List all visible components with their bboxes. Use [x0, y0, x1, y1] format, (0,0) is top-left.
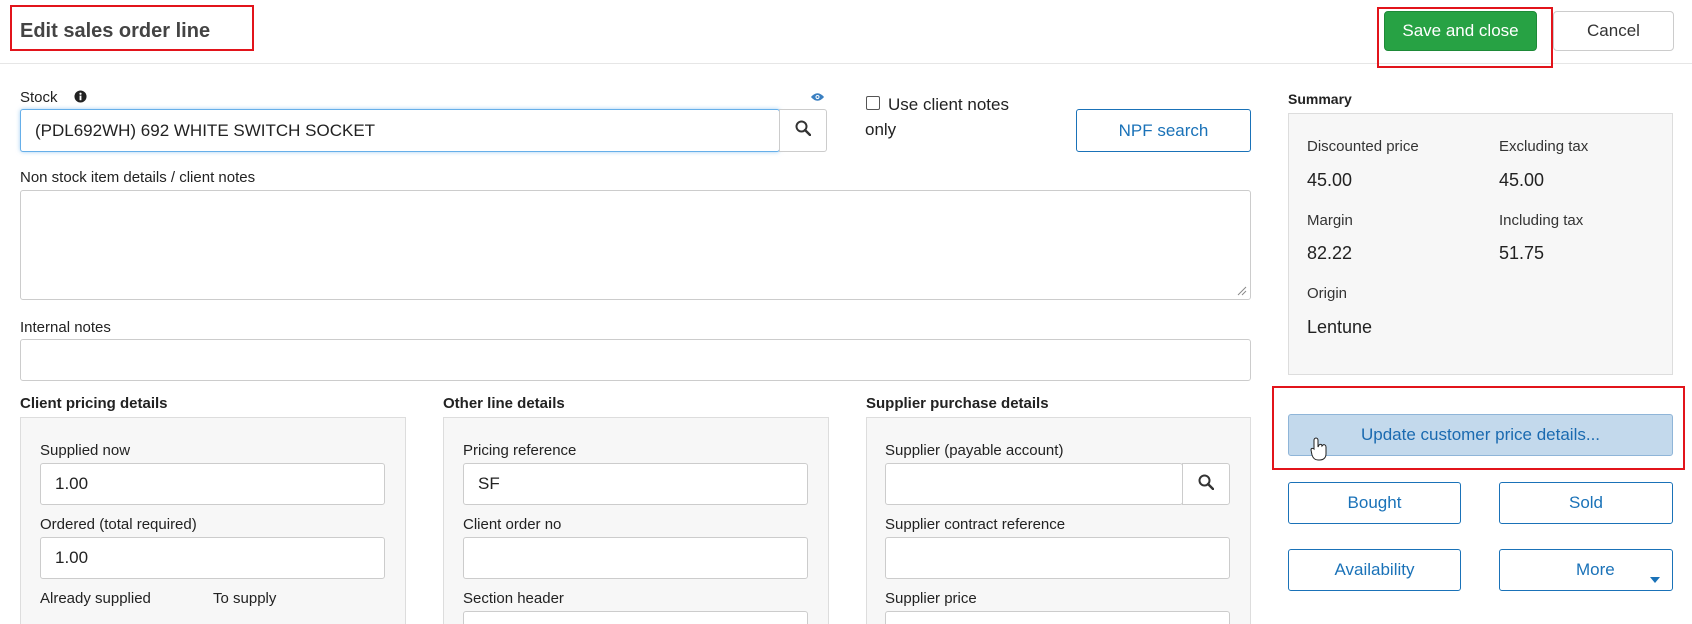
more-label: More: [1576, 560, 1615, 579]
already-supplied-label: Already supplied: [40, 590, 151, 607]
search-icon: [795, 120, 812, 141]
supplier-price-input[interactable]: [885, 611, 1230, 624]
including-tax-label: Including tax: [1499, 212, 1584, 229]
update-customer-price-button[interactable]: Update customer price details...: [1288, 414, 1673, 456]
supplier-search-button[interactable]: [1182, 463, 1230, 505]
supplier-purchase-title: Supplier purchase details: [866, 395, 1049, 412]
summary-title: Summary: [1288, 91, 1352, 107]
section-header-input[interactable]: [463, 611, 808, 624]
supplied-now-label: Supplied now: [40, 442, 131, 459]
more-dropdown-button[interactable]: More: [1499, 549, 1673, 591]
supplier-contract-label: Supplier contract reference: [885, 516, 1066, 533]
npf-search-button[interactable]: NPF search: [1076, 109, 1251, 152]
cancel-button[interactable]: Cancel: [1553, 11, 1674, 51]
client-pricing-title: Client pricing details: [20, 395, 168, 412]
supplier-payable-label: Supplier (payable account): [885, 442, 1064, 459]
supplied-now-input[interactable]: 1.00: [40, 463, 385, 505]
search-icon: [1198, 474, 1215, 495]
excluding-tax-value: 45.00: [1499, 170, 1545, 190]
bought-button[interactable]: Bought: [1288, 482, 1461, 524]
non-stock-notes-textarea[interactable]: [20, 190, 1251, 300]
supplier-payable-input[interactable]: [885, 463, 1183, 505]
info-icon: [74, 90, 87, 108]
excluding-tax-label: Excluding tax: [1499, 138, 1589, 155]
client-order-no-input[interactable]: [463, 537, 808, 579]
internal-notes-label: Internal notes: [20, 319, 111, 336]
section-header-label: Section header: [463, 590, 564, 607]
resize-handle-icon[interactable]: [1237, 286, 1247, 296]
other-line-title: Other line details: [443, 395, 565, 412]
client-order-no-label: Client order no: [463, 516, 562, 533]
pricing-reference-input[interactable]: SF: [463, 463, 808, 505]
use-client-notes-label: Use client notes only: [865, 95, 1009, 139]
including-tax-value: 51.75: [1499, 243, 1545, 263]
non-stock-notes-label: Non stock item details / client notes: [20, 169, 256, 186]
eye-icon[interactable]: [810, 89, 825, 107]
page-title: Edit sales order line: [20, 20, 211, 42]
ordered-label: Ordered (total required): [40, 516, 197, 533]
stock-search-button[interactable]: [779, 109, 827, 152]
stock-label: Stock: [20, 89, 58, 106]
discounted-price-value: 45.00: [1307, 170, 1353, 190]
availability-button[interactable]: Availability: [1288, 549, 1461, 591]
sold-button[interactable]: Sold: [1499, 482, 1673, 524]
ordered-input[interactable]: 1.00: [40, 537, 385, 579]
pricing-reference-label: Pricing reference: [463, 442, 577, 459]
margin-value: 82.22: [1307, 243, 1353, 263]
internal-notes-input[interactable]: [20, 339, 1251, 381]
cursor-hand-icon: [1310, 437, 1328, 466]
supplier-contract-input[interactable]: [885, 537, 1230, 579]
supplier-price-label: Supplier price: [885, 590, 977, 607]
save-and-close-button[interactable]: Save and close: [1384, 11, 1537, 51]
margin-label: Margin: [1307, 212, 1353, 229]
origin-value: Lentune: [1307, 317, 1373, 337]
to-supply-label: To supply: [213, 590, 277, 607]
page-header: Edit sales order line Save and close Can…: [0, 0, 1692, 68]
caret-down-icon: [1650, 568, 1660, 588]
origin-label: Origin: [1307, 285, 1348, 302]
discounted-price-label: Discounted price: [1307, 138, 1419, 155]
stock-input[interactable]: (PDL692WH) 692 WHITE SWITCH SOCKET: [20, 109, 780, 152]
